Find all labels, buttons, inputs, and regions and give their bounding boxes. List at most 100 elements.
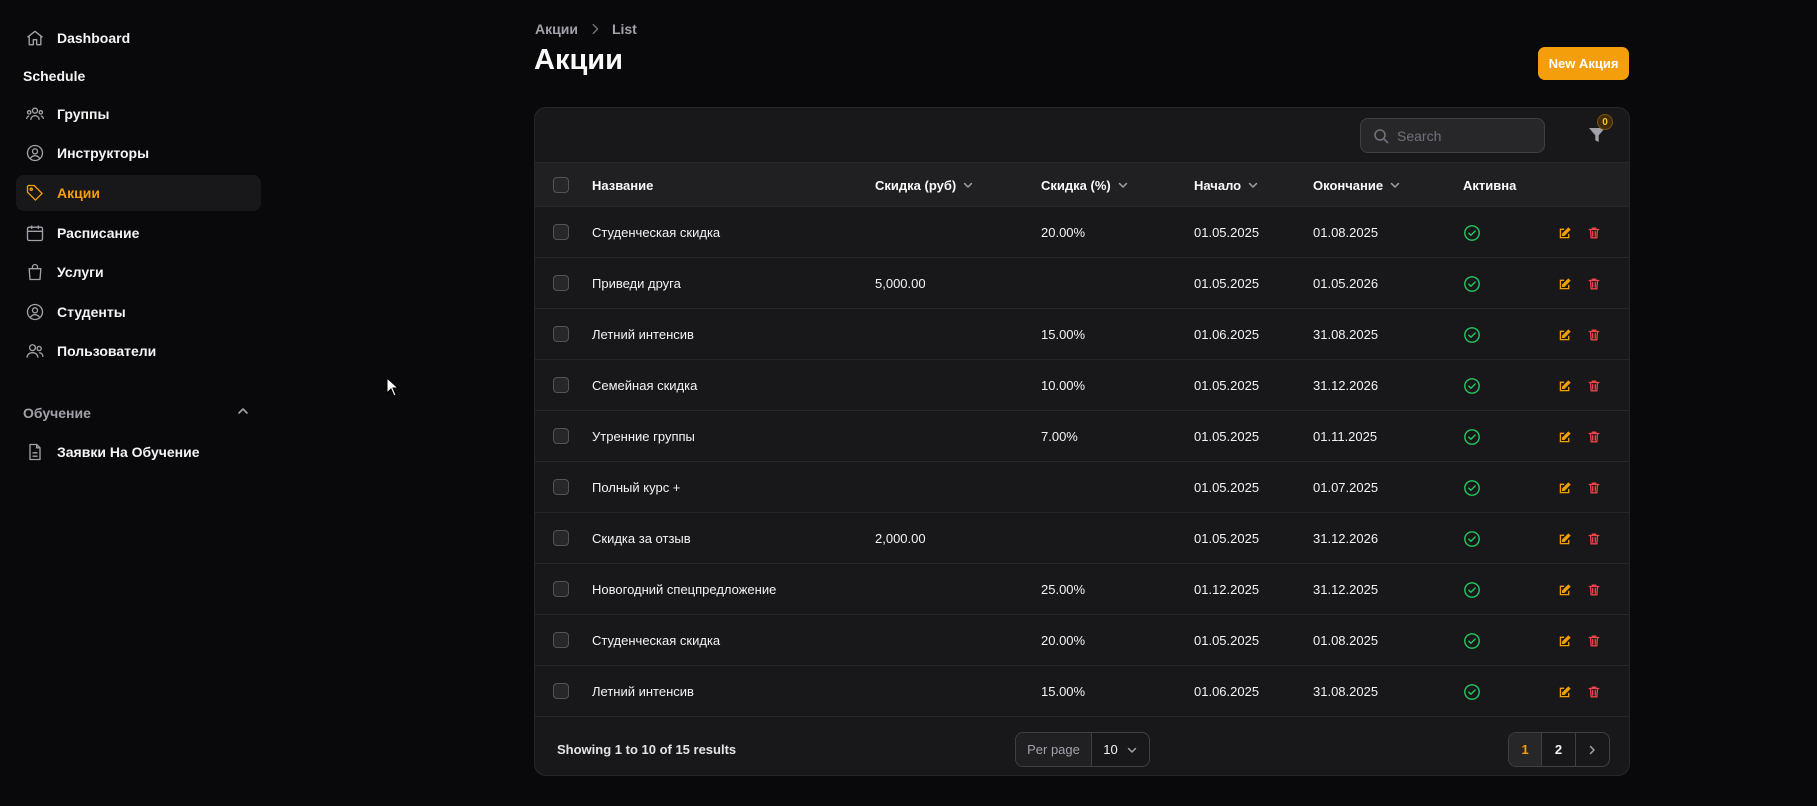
breadcrumb-current: List [611, 21, 637, 37]
sidebar-item-instructors[interactable]: Инструкторы [16, 135, 261, 171]
edit-icon[interactable] [1558, 328, 1572, 342]
column-header-discount-rub[interactable]: Скидка (руб) [875, 163, 974, 207]
row-checkbox[interactable] [553, 428, 569, 444]
sidebar-item-label: Группы [57, 106, 110, 122]
trash-icon[interactable] [1587, 226, 1601, 240]
search-input[interactable] [1397, 127, 1537, 144]
promotions-table: 0 Название Скидка (руб) Скидка (%) Начал… [534, 107, 1630, 776]
cell-end: 01.07.2025 [1313, 479, 1379, 495]
edit-icon[interactable] [1558, 481, 1572, 495]
per-page-value: 10 [1103, 742, 1118, 757]
trash-icon[interactable] [1587, 430, 1601, 444]
row-checkbox[interactable] [553, 530, 569, 546]
check-circle-icon [1463, 683, 1481, 701]
new-promotion-button[interactable]: New Акция [1538, 47, 1629, 80]
sidebar-item-learning-requests[interactable]: Заявки На Обучение [16, 434, 261, 470]
edit-icon[interactable] [1558, 583, 1572, 597]
cell-start: 01.06.2025 [1194, 326, 1260, 342]
row-checkbox[interactable] [553, 581, 569, 597]
column-label: Начало [1194, 177, 1242, 193]
sidebar-group-learning[interactable]: Обучение [23, 405, 91, 421]
column-header-name: Название [592, 163, 653, 207]
row-checkbox[interactable] [553, 275, 569, 291]
edit-icon[interactable] [1558, 634, 1572, 648]
chevron-down-icon [962, 179, 974, 191]
page-button-2[interactable]: 2 [1542, 733, 1576, 766]
select-all-checkbox[interactable] [553, 177, 569, 193]
edit-icon[interactable] [1558, 226, 1572, 240]
search-box [1360, 118, 1545, 153]
row-checkbox[interactable] [553, 479, 569, 495]
edit-icon[interactable] [1558, 685, 1572, 699]
cell-start: 01.05.2025 [1194, 428, 1260, 444]
sidebar-item-label: Услуги [57, 264, 104, 280]
edit-icon[interactable] [1558, 430, 1572, 444]
table-row: Приведи друга 5,000.00 01.05.2025 01.05.202… [535, 258, 1629, 309]
row-checkbox[interactable] [553, 377, 569, 393]
table-row: Семейная скидка 10.00% 01.05.2025 31.12.202… [535, 360, 1629, 411]
trash-icon[interactable] [1587, 328, 1601, 342]
cell-discount-pct: 15.00% [1041, 326, 1086, 342]
cell-end: 01.05.2026 [1313, 275, 1379, 291]
sidebar-item-students[interactable]: Студенты [16, 294, 261, 330]
trash-icon[interactable] [1587, 532, 1601, 546]
sidebar-item-label: Акции [57, 185, 100, 201]
sidebar-item-schedule[interactable]: Расписание [16, 215, 261, 251]
cell-name: Летний интенсив [592, 683, 694, 699]
cell-discount-pct: 10.00% [1041, 377, 1086, 393]
document-icon [25, 442, 45, 462]
row-checkbox[interactable] [553, 683, 569, 699]
trash-icon[interactable] [1587, 583, 1601, 597]
row-checkbox[interactable] [553, 326, 569, 342]
cell-end: 31.12.2026 [1313, 377, 1379, 393]
cell-discount-pct: 7.00% [1041, 428, 1078, 444]
trash-icon[interactable] [1587, 634, 1601, 648]
trash-icon[interactable] [1587, 277, 1601, 291]
column-header-start[interactable]: Начало [1194, 163, 1259, 207]
next-page-button[interactable] [1576, 733, 1609, 766]
edit-icon[interactable] [1558, 532, 1572, 546]
breadcrumb-root[interactable]: Акции [535, 21, 578, 37]
column-label: Скидка (руб) [875, 177, 957, 193]
column-label: Активна [1463, 177, 1517, 193]
per-page-select[interactable]: Per page 10 [1015, 732, 1150, 767]
cell-name: Скидка за отзыв [592, 530, 691, 546]
sidebar-item-users[interactable]: Пользователи [16, 333, 261, 369]
sidebar-item-services[interactable]: Услуги [16, 254, 261, 290]
chevron-up-icon[interactable] [235, 403, 251, 419]
cell-start: 01.05.2025 [1194, 530, 1260, 546]
row-checkbox[interactable] [553, 632, 569, 648]
check-circle-icon [1463, 224, 1481, 242]
trash-icon[interactable] [1587, 481, 1601, 495]
sidebar-item-promotions[interactable]: Акции [16, 175, 261, 211]
page-button-1[interactable]: 1 [1509, 733, 1543, 766]
table-row: Летний интенсив 15.00% 01.06.2025 31.08.202… [535, 309, 1629, 360]
sidebar-item-dashboard[interactable]: Dashboard [16, 20, 261, 56]
row-checkbox[interactable] [553, 224, 569, 240]
column-header-discount-pct[interactable]: Скидка (%) [1041, 163, 1129, 207]
sidebar-item-groups[interactable]: Группы [16, 96, 261, 132]
cell-discount-rub: 5,000.00 [875, 275, 926, 291]
per-page-dropdown[interactable]: 10 [1092, 733, 1149, 766]
filter-count-badge: 0 [1597, 114, 1613, 130]
trash-icon[interactable] [1587, 685, 1601, 699]
table-row: Полный курс + 01.05.2025 01.07.2025 [535, 462, 1629, 513]
cell-start: 01.05.2025 [1194, 224, 1260, 240]
cell-discount-pct: 25.00% [1041, 581, 1086, 597]
cell-end: 31.08.2025 [1313, 683, 1379, 699]
cell-start: 01.05.2025 [1194, 275, 1260, 291]
cell-start: 01.06.2025 [1194, 683, 1260, 699]
table-row: Утренние группы 7.00% 01.05.2025 01.11.2025 [535, 411, 1629, 462]
column-header-end[interactable]: Окончание [1313, 163, 1401, 207]
edit-icon[interactable] [1558, 277, 1572, 291]
chevron-down-icon [1389, 179, 1401, 191]
table-row: Студенческая скидка 20.00% 01.05.2025 01.08… [535, 615, 1629, 666]
user-circle-icon [25, 143, 45, 163]
trash-icon[interactable] [1587, 379, 1601, 393]
table-row: Новогодний спецпредложение 25.00% 01.12.20… [535, 564, 1629, 615]
chevron-right-icon [588, 22, 602, 36]
check-circle-icon [1463, 275, 1481, 293]
table-row: Студенческая скидка 20.00% 01.05.2025 01.08… [535, 207, 1629, 258]
edit-icon[interactable] [1558, 379, 1572, 393]
cell-end: 01.08.2025 [1313, 632, 1379, 648]
